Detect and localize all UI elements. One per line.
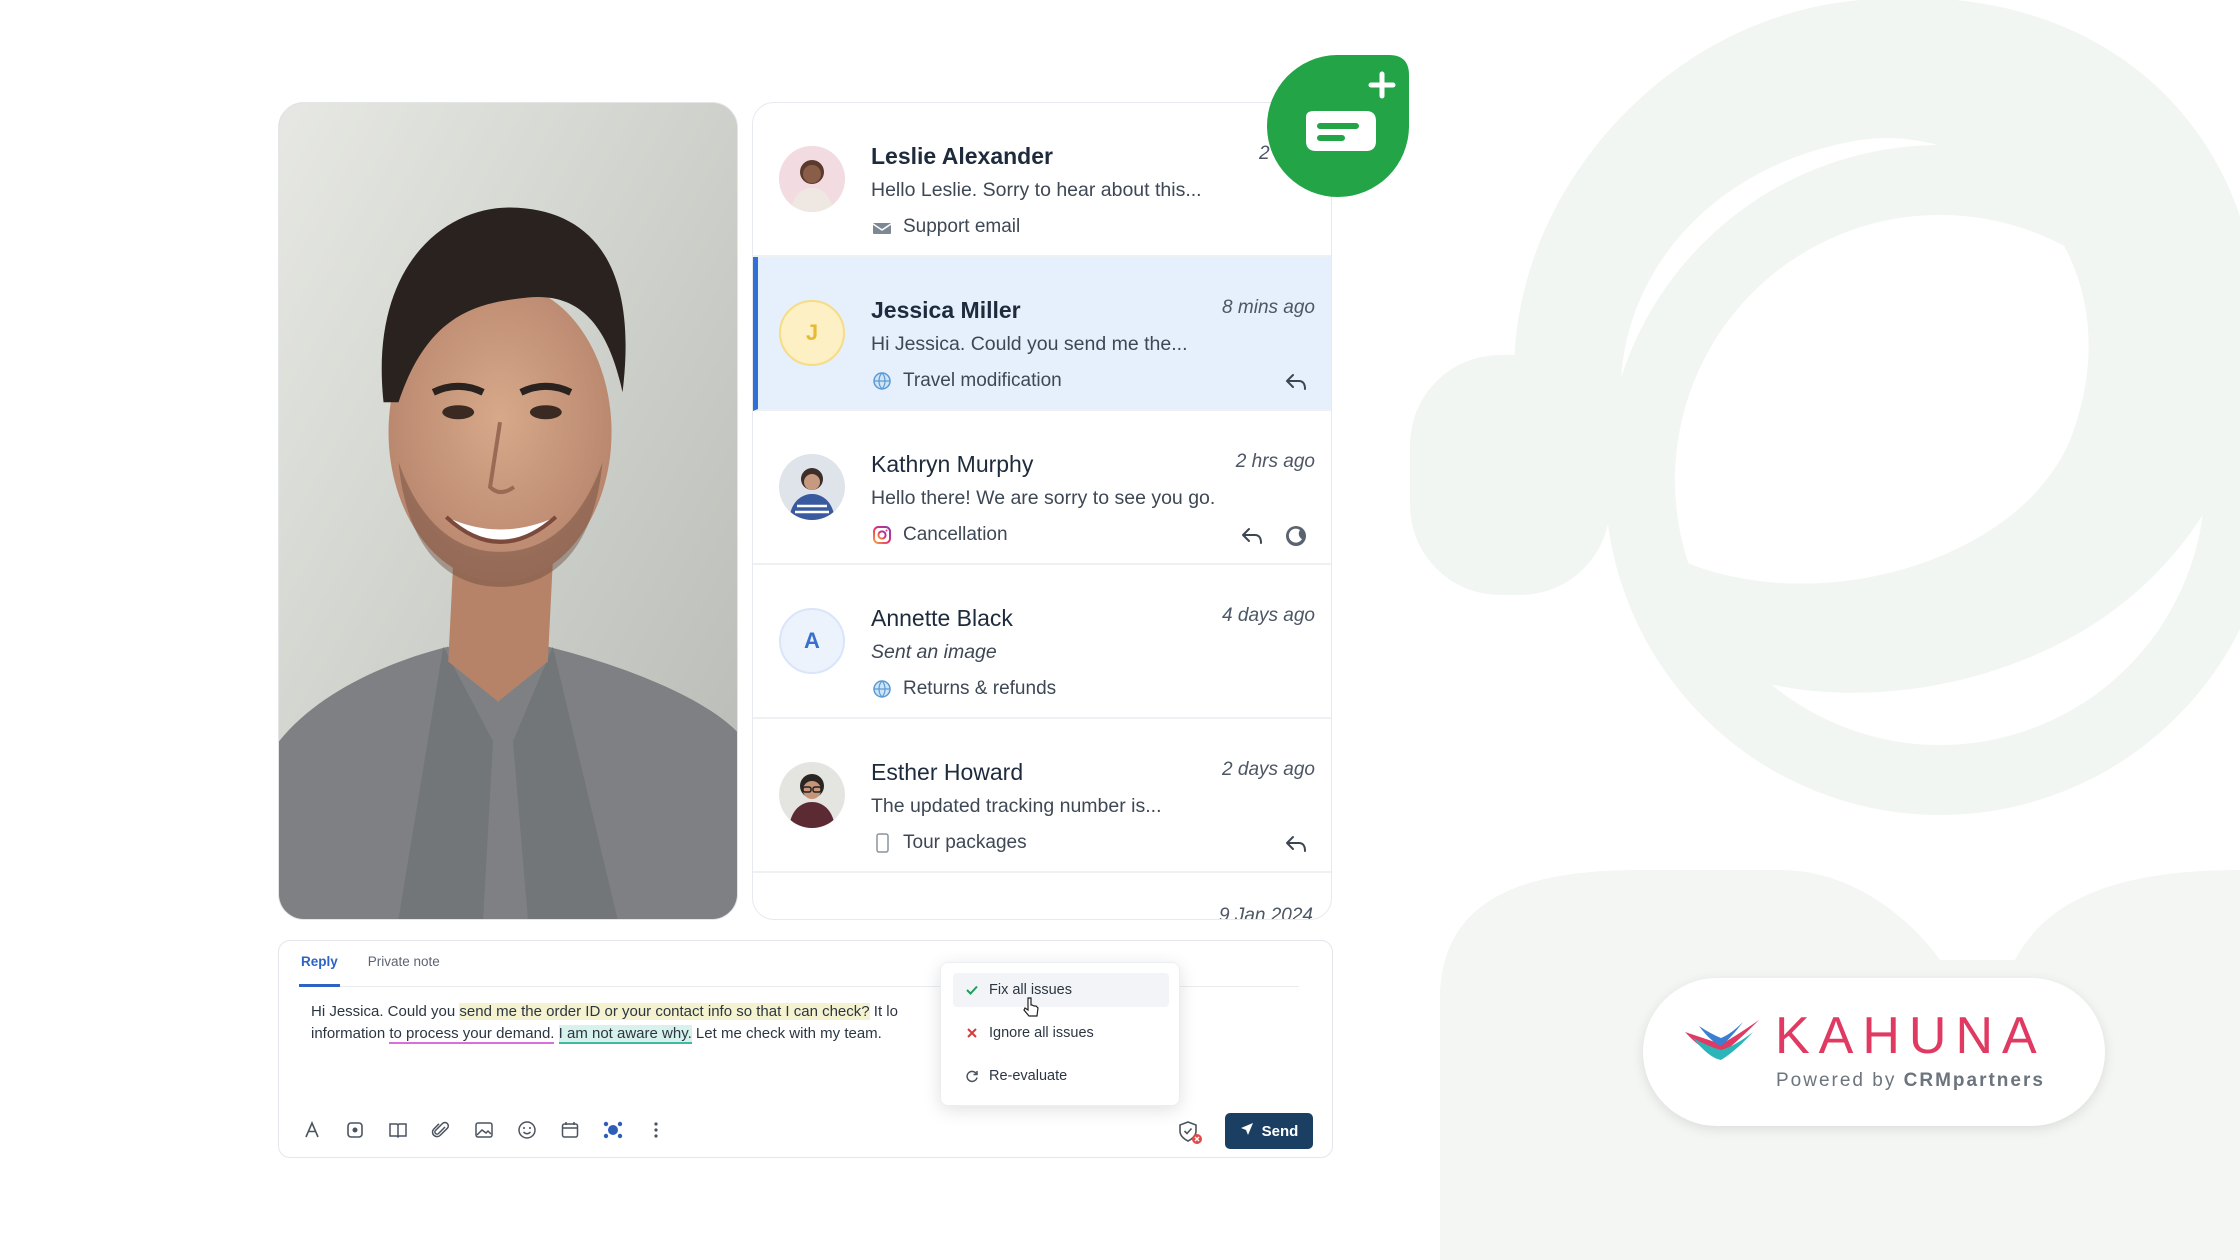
option-label: Ignore all issues: [989, 1025, 1094, 1041]
conversation-item[interactable]: Kathryn Murphy 2 hrs ago Hello there! We…: [753, 411, 1331, 565]
more-options-icon[interactable]: [645, 1119, 667, 1141]
editor-line: Hi Jessica. Could you send me the order …: [311, 1001, 951, 1023]
message-preview: Sent an image: [871, 641, 997, 663]
channel-tag: Support email: [871, 216, 1020, 238]
agent-photo: [278, 102, 738, 920]
ai-assist-icon[interactable]: [344, 1119, 366, 1141]
contact-name: Annette Black: [871, 605, 1013, 631]
send-icon: [1240, 1122, 1254, 1140]
text-format-icon[interactable]: [301, 1119, 323, 1141]
snooze-icon[interactable]: [1283, 523, 1309, 549]
tab-reply[interactable]: Reply: [299, 941, 340, 987]
tab-private-note[interactable]: Private note: [368, 941, 440, 987]
channel-label: Travel modification: [903, 370, 1062, 391]
channel-label: Returns & refunds: [903, 678, 1057, 699]
channel-tag: Tour packages: [871, 832, 1027, 854]
contact-name: Esther Howard: [871, 759, 1024, 785]
image-icon[interactable]: [473, 1119, 495, 1141]
highlighted-segment[interactable]: send me the order ID or your contact inf…: [459, 1003, 870, 1020]
phone-icon: [871, 832, 893, 854]
reply-icon[interactable]: [1239, 523, 1265, 549]
new-chat-icon[interactable]: [1266, 55, 1409, 197]
timestamp: 8 mins ago: [1222, 297, 1315, 318]
grammar-check-icon[interactable]: [1177, 1119, 1203, 1145]
timestamp: 4 days ago: [1222, 605, 1315, 626]
conversation-list: Leslie Alexander 2 mins Hello Leslie. So…: [752, 102, 1332, 920]
contact-name: Leslie Alexander: [871, 143, 1053, 169]
email-icon: [871, 216, 893, 238]
message-preview: The updated tracking number is...: [871, 795, 1162, 817]
text-segment: information: [311, 1025, 390, 1042]
kahuna-logo-mark-icon: [1683, 1014, 1761, 1066]
channel-label: Tour packages: [903, 832, 1027, 853]
avatar: [779, 762, 845, 828]
globe-icon: [871, 678, 893, 700]
timestamp: 2 days ago: [1222, 759, 1315, 780]
fix-all-issues-option[interactable]: Fix all issues: [953, 973, 1169, 1007]
instagram-icon: [871, 524, 893, 546]
text-segment: Hi Jessica. Could you: [311, 1003, 460, 1020]
timestamp: 9 Jan 2024: [1218, 905, 1313, 920]
check-icon: [965, 983, 979, 997]
message-preview: Hello there! We are sorry to see you go.: [871, 487, 1216, 509]
reply-icon[interactable]: [1283, 369, 1309, 395]
send-label: Send: [1261, 1122, 1299, 1140]
avatar: J: [779, 300, 845, 366]
conversation-item[interactable]: Leslie Alexander 2 mins Hello Leslie. So…: [753, 103, 1331, 257]
composer-toolbar: [301, 1119, 667, 1141]
kahuna-tagline: Powered by CRMpartners: [1776, 1070, 2045, 1092]
text-segment: [554, 1025, 558, 1042]
contact-name: Jessica Miller: [871, 297, 1021, 323]
ignore-all-issues-option[interactable]: Ignore all issues: [953, 1016, 1169, 1050]
highlighted-segment[interactable]: I am not aware why.: [558, 1025, 692, 1044]
channel-tag: Returns & refunds: [871, 678, 1056, 700]
calendar-icon[interactable]: [559, 1119, 581, 1141]
tagline-prefix: Powered by: [1776, 1070, 1904, 1091]
tagline-brand: CRMpartners: [1903, 1070, 2045, 1091]
channel-tag: Cancellation: [871, 524, 1008, 546]
kahuna-logo: KAHUNA Powered by CRMpartners: [1643, 978, 2105, 1126]
channel-label: Support email: [903, 216, 1021, 237]
conversation-item[interactable]: A Annette Black 4 days ago Sent an image…: [753, 565, 1331, 719]
emoji-icon[interactable]: [516, 1119, 538, 1141]
grammar-dropdown: Fix all issues Ignore all issues Re-eval…: [940, 962, 1180, 1106]
contact-name: Kathryn Murphy: [871, 451, 1034, 477]
knowledge-base-icon[interactable]: [387, 1119, 409, 1141]
avatar: [779, 454, 845, 520]
reply-icon[interactable]: [1283, 831, 1309, 857]
close-icon: [965, 1026, 979, 1040]
editor-line: information to process your demand. I am…: [311, 1023, 951, 1045]
attachment-icon[interactable]: [430, 1119, 452, 1141]
avatar: [779, 146, 845, 212]
mouse-cursor-icon: [1022, 996, 1042, 1020]
conversation-actions: [1283, 369, 1309, 395]
conversation-actions: [1239, 523, 1309, 549]
conversation-item[interactable]: J Jessica Miller 8 mins ago Hi Jessica. …: [753, 257, 1331, 411]
conversation-actions: [1283, 831, 1309, 857]
text-segment: It lo: [869, 1003, 898, 1020]
message-editor[interactable]: Hi Jessica. Could you send me the order …: [311, 1001, 951, 1045]
conversation-item[interactable]: Esther Howard 2 days ago The updated tra…: [753, 719, 1331, 873]
highlighted-segment[interactable]: to process your demand.: [389, 1025, 555, 1044]
text-segment: Let me check with my team.: [691, 1025, 882, 1042]
kahuna-wordmark: KAHUNA: [1775, 1007, 2046, 1065]
channel-label: Cancellation: [903, 524, 1008, 545]
integration-icon[interactable]: [602, 1119, 624, 1141]
message-preview: Hello Leslie. Sorry to hear about this..…: [871, 179, 1202, 201]
option-label: Re-evaluate: [989, 1068, 1068, 1084]
timestamp: 2 hrs ago: [1235, 451, 1315, 472]
send-button[interactable]: Send: [1225, 1113, 1313, 1149]
re-evaluate-option[interactable]: Re-evaluate: [953, 1059, 1169, 1093]
globe-icon: [871, 370, 893, 392]
channel-tag: Travel modification: [871, 370, 1062, 392]
refresh-icon: [965, 1069, 979, 1083]
avatar: A: [779, 608, 845, 674]
message-preview: Hi Jessica. Could you send me the...: [871, 333, 1188, 355]
